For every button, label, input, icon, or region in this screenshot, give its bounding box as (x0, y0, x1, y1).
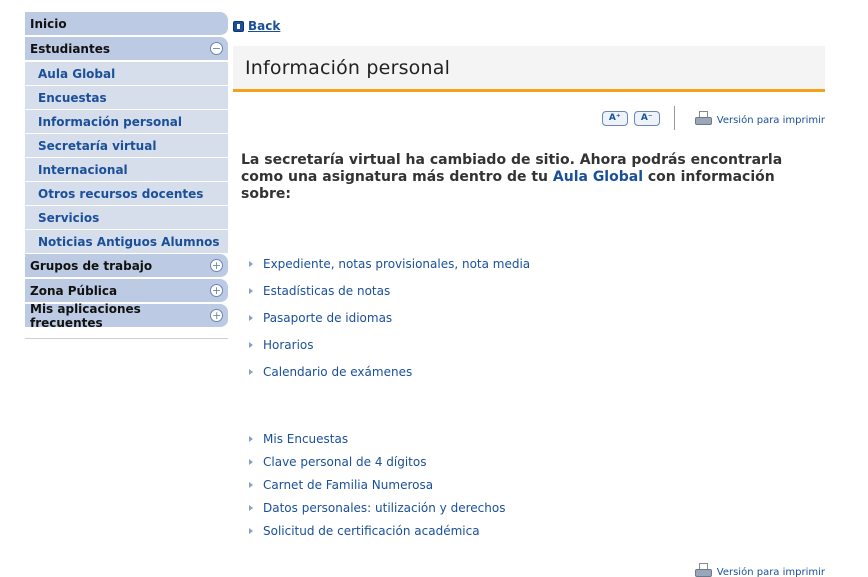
list-item[interactable]: Expediente, notas provisionales, nota me… (249, 250, 530, 277)
list-item-link[interactable]: Calendario de exámenes (263, 365, 412, 379)
sidebar-item-label: Inicio (30, 16, 67, 31)
back-nav[interactable]: Back (233, 19, 280, 33)
page-title: Información personal (245, 56, 451, 79)
sidebar-item-aula-global[interactable]: Aula Global (25, 62, 228, 86)
printer-icon[interactable] (694, 110, 712, 126)
sidebar-item-noticias-antiguos-alumnos[interactable]: Noticias Antiguos Alumnos (25, 230, 228, 254)
bullet-arrow-icon (249, 287, 253, 294)
sidebar-item-label: Aula Global (38, 66, 116, 81)
sidebar-item-grupos-de-trabajo[interactable]: Grupos de trabajo + (25, 254, 228, 278)
print-version-link[interactable]: Versión para imprimir (694, 110, 825, 126)
list-item-link[interactable]: Mis Encuestas (263, 432, 348, 446)
list-item[interactable]: Estadísticas de notas (249, 277, 530, 304)
font-decrease-button[interactable]: A⁻ (633, 110, 660, 126)
print-version-link-bottom[interactable]: Versión para imprimir (694, 563, 825, 577)
bullet-arrow-icon (249, 314, 253, 321)
list-item-link[interactable]: Horarios (263, 338, 314, 352)
collapse-icon[interactable]: − (210, 42, 223, 55)
font-increase-button[interactable]: A⁺ (601, 110, 628, 126)
services-list: Expediente, notas provisionales, nota me… (249, 250, 530, 385)
list-item[interactable]: Carnet de Familia Numerosa (249, 473, 505, 496)
list-item[interactable]: Calendario de exámenes (249, 358, 530, 385)
back-link[interactable]: Back (248, 19, 280, 33)
list-item[interactable]: Datos personales: utilización y derechos (249, 496, 505, 519)
sidebar-item-encuestas[interactable]: Encuestas (25, 86, 228, 110)
list-item[interactable]: Solicitud de certificación académica (249, 519, 505, 542)
sidebar-item-label: Zona Pública (30, 283, 118, 298)
bullet-arrow-icon (249, 481, 253, 488)
sidebar-item-inicio[interactable]: Inicio (25, 12, 228, 36)
bullet-arrow-icon (249, 260, 253, 267)
sidebar-item-informacion-personal[interactable]: Información personal (25, 110, 228, 134)
bullet-arrow-icon (249, 435, 253, 442)
printer-icon[interactable] (694, 563, 712, 577)
title-bar: Información personal (233, 46, 825, 92)
list-item[interactable]: Mis Encuestas (249, 427, 505, 450)
toolbar-divider (673, 106, 675, 130)
personal-list: Mis Encuestas Clave personal de 4 dígitos… (249, 427, 505, 542)
list-item-link[interactable]: Clave personal de 4 dígitos (263, 455, 426, 469)
sidebar-item-secretaria-virtual[interactable]: Secretaría virtual (25, 134, 228, 158)
sidebar-item-label: Mis aplicaciones frecuentes (30, 301, 141, 330)
list-item[interactable]: Clave personal de 4 dígitos (249, 450, 505, 473)
expand-icon[interactable]: + (210, 309, 223, 322)
sidebar-item-label: Servicios (38, 210, 100, 225)
sidebar-item-otros-recursos-docentes[interactable]: Otros recursos docentes (25, 182, 228, 206)
bullet-arrow-icon (249, 458, 253, 465)
list-item-link[interactable]: Estadísticas de notas (263, 284, 390, 298)
sidebar-item-zona-publica[interactable]: Zona Pública + (25, 279, 228, 303)
list-item-link[interactable]: Carnet de Familia Numerosa (263, 478, 433, 492)
list-item-link[interactable]: Solicitud de certificación académica (263, 524, 480, 538)
sidebar-item-internacional[interactable]: Internacional (25, 158, 228, 182)
bullet-arrow-icon (249, 527, 253, 534)
sidebar-item-label: Internacional (38, 162, 128, 177)
expand-icon[interactable]: + (210, 284, 223, 297)
print-version-label[interactable]: Versión para imprimir (717, 115, 825, 126)
sidebar-divider (25, 338, 228, 339)
intro-text: La secretaría virtual ha cambiado de sit… (241, 152, 811, 203)
bottom-toolbar: Versión para imprimir (694, 563, 825, 577)
sidebar-item-label: Información personal (38, 114, 182, 129)
sidebar-item-label: Noticias Antiguos Alumnos (38, 234, 220, 249)
bullet-arrow-icon (249, 504, 253, 511)
list-item-link[interactable]: Pasaporte de idiomas (263, 311, 392, 325)
list-item-link[interactable]: Datos personales: utilización y derechos (263, 501, 505, 515)
aula-global-link[interactable]: Aula Global (553, 169, 643, 185)
sidebar: Inicio Estudiantes − Aula Global Encuestas In… (25, 12, 228, 339)
sidebar-item-label: Encuestas (38, 90, 107, 105)
list-item[interactable]: Horarios (249, 331, 530, 358)
list-item-link[interactable]: Expediente, notas provisionales, nota me… (263, 257, 530, 271)
bullet-arrow-icon (249, 368, 253, 375)
list-item[interactable]: Pasaporte de idiomas (249, 304, 530, 331)
sidebar-item-label: Grupos de trabajo (30, 258, 153, 273)
print-version-label-bottom[interactable]: Versión para imprimir (717, 567, 825, 577)
sidebar-item-mis-aplicaciones-frecuentes[interactable]: Mis aplicaciones frecuentes + (25, 301, 228, 330)
sidebar-item-label: Secretaría virtual (38, 138, 157, 153)
toolbar: A⁺ A⁻ Versión para imprimir (601, 106, 825, 130)
bullet-arrow-icon (249, 341, 253, 348)
expand-icon[interactable]: + (210, 259, 223, 272)
sidebar-item-label: Estudiantes (30, 41, 110, 56)
sidebar-item-estudiantes[interactable]: Estudiantes − (25, 37, 228, 61)
back-icon[interactable] (233, 20, 244, 32)
sidebar-item-label: Otros recursos docentes (38, 186, 204, 201)
sidebar-item-servicios[interactable]: Servicios (25, 206, 228, 230)
